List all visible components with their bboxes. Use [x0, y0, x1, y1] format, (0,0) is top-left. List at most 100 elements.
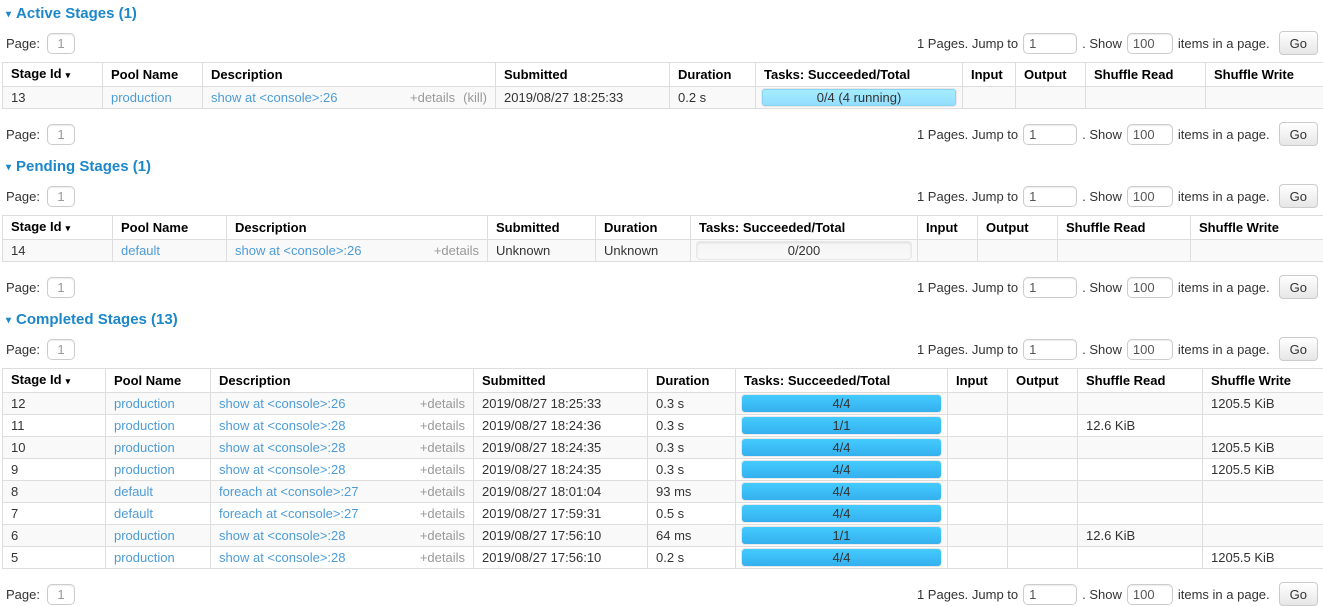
column-header-9[interactable]: Shuffle Write: [1191, 216, 1323, 240]
active-stages-pagination-bottom: Page:1 Pages. Jump to. Showitems in a pa…: [6, 122, 1318, 146]
section-header-active-stages[interactable]: ▾Active Stages (1): [6, 6, 1321, 23]
input-cell: [918, 240, 978, 262]
details-toggle[interactable]: +details: [420, 484, 465, 499]
pool-name-link[interactable]: production: [114, 396, 175, 411]
column-header-0[interactable]: Stage Id▾: [3, 63, 103, 87]
column-header-1[interactable]: Pool Name: [106, 369, 211, 393]
current-page-input[interactable]: [47, 584, 75, 605]
jump-to-page-input[interactable]: [1023, 584, 1077, 605]
current-page-input[interactable]: [47, 33, 75, 54]
current-page-input[interactable]: [47, 186, 75, 207]
column-header-6[interactable]: Input: [948, 369, 1008, 393]
output-cell: [1008, 459, 1078, 481]
column-header-2[interactable]: Description: [203, 63, 496, 87]
pool-name-link[interactable]: production: [114, 550, 175, 565]
column-header-4[interactable]: Duration: [648, 369, 736, 393]
go-button[interactable]: Go: [1279, 275, 1318, 299]
details-toggle[interactable]: +details: [410, 90, 455, 105]
items-per-page-input[interactable]: [1127, 33, 1173, 54]
column-header-8[interactable]: Shuffle Read: [1086, 63, 1206, 87]
description-link[interactable]: show at <console>:28: [219, 550, 345, 565]
details-toggle[interactable]: +details: [420, 462, 465, 477]
details-toggle[interactable]: +details: [420, 418, 465, 433]
pool-name-link[interactable]: default: [114, 484, 153, 499]
pool-name-link[interactable]: production: [114, 440, 175, 455]
items-per-page-label: items in a page.: [1178, 280, 1270, 295]
description-link[interactable]: show at <console>:28: [219, 462, 345, 477]
items-per-page-input[interactable]: [1127, 124, 1173, 145]
column-header-6[interactable]: Input: [963, 63, 1016, 87]
column-header-7[interactable]: Output: [1008, 369, 1078, 393]
column-header-1[interactable]: Pool Name: [113, 216, 227, 240]
details-toggle[interactable]: +details: [420, 396, 465, 411]
description-link[interactable]: show at <console>:28: [219, 418, 345, 433]
jump-to-page-input[interactable]: [1023, 277, 1077, 298]
column-header-3[interactable]: Submitted: [474, 369, 648, 393]
submitted-cell: 2019/08/27 18:24:35: [474, 437, 648, 459]
description-link[interactable]: show at <console>:26: [235, 243, 361, 258]
column-header-8[interactable]: Shuffle Read: [1078, 369, 1203, 393]
go-button[interactable]: Go: [1279, 31, 1318, 55]
section-header-pending-stages[interactable]: ▾Pending Stages (1): [6, 159, 1321, 176]
column-header-9[interactable]: Shuffle Write: [1203, 369, 1323, 393]
items-per-page-input[interactable]: [1127, 186, 1173, 207]
duration-cell: 93 ms: [648, 481, 736, 503]
description-link[interactable]: show at <console>:28: [219, 528, 345, 543]
details-toggle[interactable]: +details: [420, 550, 465, 565]
column-header-7[interactable]: Output: [1016, 63, 1086, 87]
description-link[interactable]: show at <console>:26: [211, 90, 337, 105]
column-header-1[interactable]: Pool Name: [103, 63, 203, 87]
details-toggle[interactable]: +details: [420, 440, 465, 455]
task-progress-label: 4/4: [742, 505, 941, 522]
description-link[interactable]: foreach at <console>:27: [219, 506, 359, 521]
jump-to-page-input[interactable]: [1023, 186, 1077, 207]
pool-name-link[interactable]: default: [114, 506, 153, 521]
description-link[interactable]: show at <console>:28: [219, 440, 345, 455]
items-per-page-input[interactable]: [1127, 277, 1173, 298]
column-header-3[interactable]: Submitted: [496, 63, 670, 87]
task-progress-label: 4/4: [742, 549, 941, 566]
pool-name-link[interactable]: production: [114, 462, 175, 477]
column-header-0[interactable]: Stage Id▾: [3, 216, 113, 240]
go-button[interactable]: Go: [1279, 337, 1318, 361]
page-indicator: Page:: [6, 33, 75, 54]
column-header-4[interactable]: Duration: [670, 63, 756, 87]
go-button[interactable]: Go: [1279, 582, 1318, 606]
details-toggle[interactable]: +details: [434, 243, 479, 258]
details-toggle[interactable]: +details: [420, 528, 465, 543]
column-header-9[interactable]: Shuffle Write: [1206, 63, 1323, 87]
current-page-input[interactable]: [47, 124, 75, 145]
kill-link[interactable]: (kill): [463, 90, 487, 105]
go-button[interactable]: Go: [1279, 184, 1318, 208]
column-header-2[interactable]: Description: [227, 216, 488, 240]
input-cell: [948, 481, 1008, 503]
column-header-8[interactable]: Shuffle Read: [1058, 216, 1191, 240]
details-toggle[interactable]: +details: [420, 506, 465, 521]
pool-name-link[interactable]: production: [111, 90, 172, 105]
column-header-7[interactable]: Output: [978, 216, 1058, 240]
pool-name-link[interactable]: default: [121, 243, 160, 258]
column-header-4[interactable]: Duration: [596, 216, 691, 240]
column-header-0[interactable]: Stage Id▾: [3, 369, 106, 393]
current-page-input[interactable]: [47, 277, 75, 298]
current-page-input[interactable]: [47, 339, 75, 360]
jump-to-page-input[interactable]: [1023, 33, 1077, 54]
description-link[interactable]: foreach at <console>:27: [219, 484, 359, 499]
column-header-3[interactable]: Submitted: [488, 216, 596, 240]
column-header-5[interactable]: Tasks: Succeeded/Total: [756, 63, 963, 87]
column-header-5[interactable]: Tasks: Succeeded/Total: [691, 216, 918, 240]
jump-to-page-input[interactable]: [1023, 124, 1077, 145]
section-header-completed-stages[interactable]: ▾Completed Stages (13): [6, 312, 1321, 329]
collapse-arrow-icon: ▾: [6, 9, 11, 20]
column-header-5[interactable]: Tasks: Succeeded/Total: [736, 369, 948, 393]
task-progress-bar: 4/4: [741, 548, 942, 567]
column-header-2[interactable]: Description: [211, 369, 474, 393]
pool-name-link[interactable]: production: [114, 528, 175, 543]
items-per-page-input[interactable]: [1127, 584, 1173, 605]
items-per-page-input[interactable]: [1127, 339, 1173, 360]
column-header-6[interactable]: Input: [918, 216, 978, 240]
description-link[interactable]: show at <console>:26: [219, 396, 345, 411]
pool-name-link[interactable]: production: [114, 418, 175, 433]
jump-to-page-input[interactable]: [1023, 339, 1077, 360]
go-button[interactable]: Go: [1279, 122, 1318, 146]
